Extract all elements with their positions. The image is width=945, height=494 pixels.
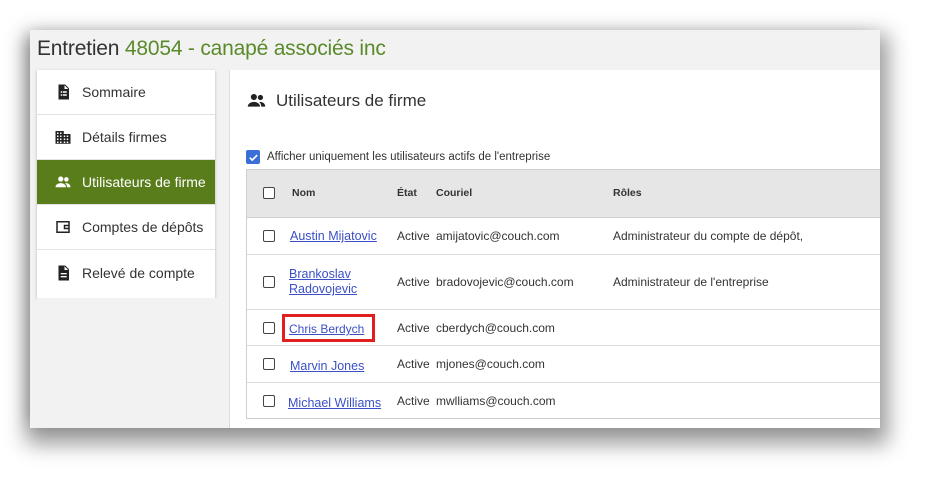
- select-all-checkbox[interactable]: [263, 187, 275, 199]
- page-title-entity: 48054 - canapé associés inc: [124, 37, 386, 60]
- filter-label: Afficher uniquement les utilisateurs act…: [267, 151, 551, 163]
- document-icon: [53, 263, 73, 283]
- user-email: mjones@couch.com: [436, 357, 545, 371]
- column-header-etat[interactable]: État: [397, 187, 417, 199]
- page-title: Entretien 48054 - canapé associés inc: [37, 37, 386, 61]
- row-checkbox[interactable]: [263, 358, 275, 370]
- sidebar-background: [37, 298, 223, 428]
- section-title: Utilisateurs de firme: [246, 90, 426, 111]
- table-row: Chris Berdych Active cberdych@couch.com: [247, 310, 880, 346]
- people-icon: [246, 90, 276, 111]
- deposit-account-icon: [53, 217, 73, 237]
- sidebar-item-details-firmes[interactable]: Détails firmes: [37, 115, 215, 160]
- row-checkbox[interactable]: [263, 395, 275, 407]
- sidebar-item-label: Relevé de compte: [82, 264, 195, 281]
- sidebar-item-releve-compte[interactable]: Relevé de compte: [37, 250, 215, 295]
- section-title-text: Utilisateurs de firme: [276, 90, 427, 110]
- checkmark-icon: [248, 154, 258, 161]
- user-state: Active: [397, 394, 430, 408]
- building-icon: [53, 127, 73, 147]
- user-name-link[interactable]: Michael Williams: [288, 396, 381, 411]
- sidebar-item-label: Détails firmes: [82, 129, 167, 145]
- sidebar-item-label: Utilisateurs de firme: [82, 174, 206, 190]
- main-panel: Utilisateurs de firme Afficher uniquemen…: [229, 70, 880, 428]
- users-table: Nom État Couriel Rôles Austin Mijatovic …: [246, 169, 880, 419]
- row-checkbox[interactable]: [263, 230, 275, 242]
- user-email: amijatovic@couch.com: [436, 229, 560, 243]
- user-roles: Administrateur de l'entreprise: [613, 275, 769, 289]
- app-window: Entretien 48054 - canapé associés inc So…: [30, 30, 880, 428]
- table-row: Austin Mijatovic Active amijatovic@couch…: [247, 218, 880, 255]
- sidebar-item-comptes-depots[interactable]: Comptes de dépôts: [37, 205, 215, 250]
- user-name-link[interactable]: Marvin Jones: [290, 359, 364, 374]
- sidebar-item-sommaire[interactable]: Sommaire: [37, 70, 215, 115]
- active-users-filter[interactable]: Afficher uniquement les utilisateurs act…: [246, 150, 550, 164]
- people-icon: [53, 172, 73, 192]
- table-row: Brankoslav Radovojevic Active bradovojev…: [247, 255, 880, 310]
- summary-icon: [53, 82, 73, 102]
- column-header-nom[interactable]: Nom: [292, 187, 315, 199]
- column-header-roles[interactable]: Rôles: [613, 187, 642, 199]
- sidebar-item-label: Comptes de dépôts: [82, 219, 204, 235]
- user-state: Active: [397, 275, 430, 289]
- sidebar-item-utilisateurs[interactable]: Utilisateurs de firme: [37, 160, 215, 205]
- row-checkbox[interactable]: [263, 322, 275, 334]
- user-name-link[interactable]: Brankoslav: [289, 267, 357, 282]
- page-title-prefix: Entretien: [37, 37, 120, 60]
- user-state: Active: [397, 229, 430, 243]
- user-email: cberdych@couch.com: [436, 321, 555, 335]
- user-name-link-line2[interactable]: Radovojevic: [289, 282, 357, 297]
- user-name-link[interactable]: Austin Mijatovic: [290, 229, 377, 244]
- user-email: bradovojevic@couch.com: [436, 275, 574, 289]
- table-header: Nom État Couriel Rôles: [247, 170, 880, 218]
- user-state: Active: [397, 321, 430, 335]
- user-name-cell: Brankoslav Radovojevic: [289, 267, 357, 297]
- user-email: mwlliams@couch.com: [436, 394, 556, 408]
- column-header-couriel[interactable]: Couriel: [436, 187, 472, 199]
- active-users-checkbox[interactable]: [246, 150, 260, 164]
- sidebar-nav: Sommaire Détails firmes Utilisateurs de …: [37, 70, 215, 298]
- row-checkbox[interactable]: [263, 276, 275, 288]
- table-row: Michael Williams Active mwlliams@couch.c…: [247, 383, 880, 418]
- user-roles: Administrateur du compte de dépôt,: [613, 229, 804, 243]
- user-state: Active: [397, 357, 430, 371]
- sidebar-item-label: Sommaire: [82, 84, 146, 100]
- table-row: Marvin Jones Active mjones@couch.com: [247, 346, 880, 383]
- highlight-annotation: [282, 314, 375, 342]
